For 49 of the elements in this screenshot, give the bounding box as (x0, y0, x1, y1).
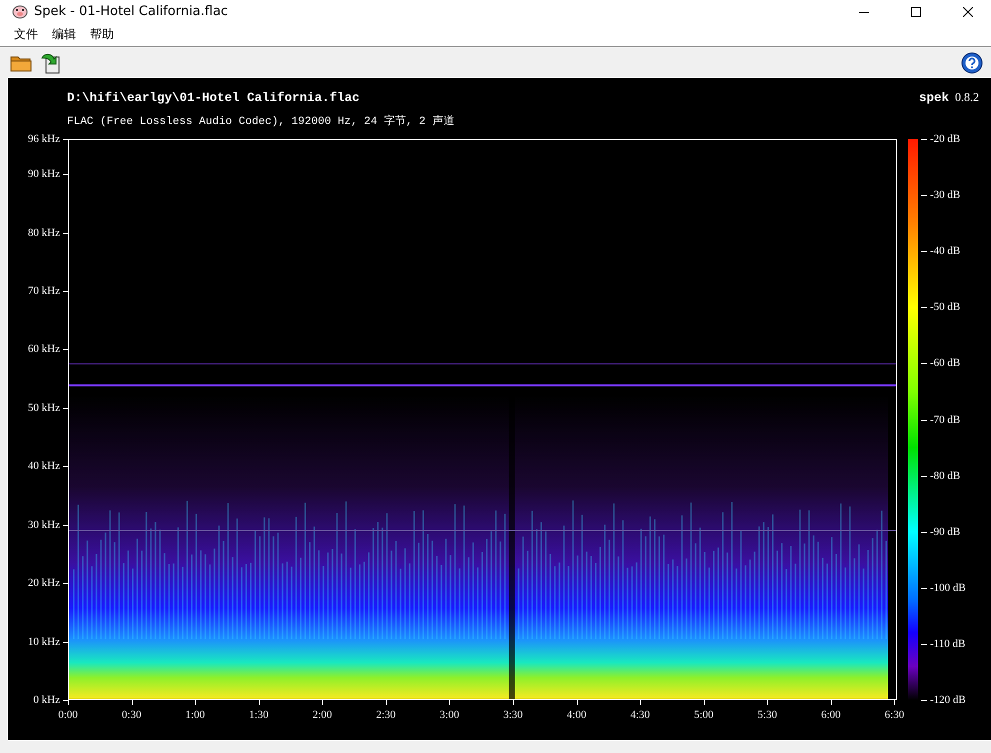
time-label: 1:00 (185, 709, 205, 721)
time-label: 5:00 (694, 709, 714, 721)
app-name: spek (918, 91, 949, 105)
close-icon[interactable] (963, 6, 973, 16)
decibel-label: -40 dB (930, 245, 960, 258)
time-label: 2:00 (312, 709, 332, 721)
time-label: 2:30 (376, 709, 396, 721)
audio-info: FLAC (Free Lossless Audio Codec), 192000 Hz, 24 字节, 2 声道 (67, 114, 456, 128)
pig-face-icon (12, 4, 28, 18)
decibel-label: -30 dB (930, 189, 960, 202)
maximize-icon[interactable] (911, 6, 921, 16)
decibel-label: -90 dB (930, 526, 960, 538)
decibel-label: -80 dB (930, 470, 960, 482)
frequency-label: 96 kHz (28, 133, 60, 145)
frequency-label: 40 kHz (28, 460, 60, 472)
decibel-label: -50 dB (930, 301, 960, 314)
time-label: 4:00 (566, 709, 586, 721)
time-label: 0:30 (122, 709, 142, 721)
frequency-label: 0 kHz (33, 694, 60, 706)
frequency-label: 20 kHz (28, 577, 60, 590)
time-label: 3:00 (440, 709, 460, 721)
menu-item[interactable]: 编辑 (46, 24, 82, 45)
frequency-label: 80 kHz (28, 226, 60, 238)
time-label: 6:00 (821, 709, 841, 721)
time-label: 1:30 (248, 709, 268, 721)
version-number: 0.8.2 (955, 90, 979, 105)
time-label: 4:30 (630, 709, 650, 721)
decibel-label: -20 dB (930, 133, 960, 145)
frequency-label: 50 kHz (28, 402, 60, 414)
frequency-label: 90 kHz (28, 168, 60, 180)
frequency-label: 60 kHz (28, 343, 60, 356)
time-label: 5:30 (758, 709, 778, 721)
frequency-label: 10 kHz (28, 636, 60, 648)
time-label: 3:30 (503, 709, 523, 721)
frequency-label: 30 kHz (28, 518, 60, 531)
decibel-label: -60 dB (930, 357, 960, 370)
help-icon[interactable] (961, 52, 983, 74)
export-arrow-icon[interactable] (40, 52, 62, 74)
time-label: 6:30 (884, 709, 904, 721)
decibel-label: -120 dB (930, 694, 966, 706)
file-path: D:\hifi\earlgy\01-Hotel California.flac (67, 91, 361, 105)
window-title: Spek - 01-Hotel California.flac (34, 4, 229, 19)
frequency-label: 70 kHz (28, 284, 60, 297)
decibel-label: -70 dB (930, 414, 960, 426)
menu-item[interactable]: 文件 (8, 24, 44, 45)
decibel-label: -100 dB (930, 582, 966, 594)
decibel-label: -110 dB (930, 638, 966, 650)
time-label: 0:00 (58, 709, 78, 721)
menu-item[interactable]: 帮助 (84, 24, 120, 45)
